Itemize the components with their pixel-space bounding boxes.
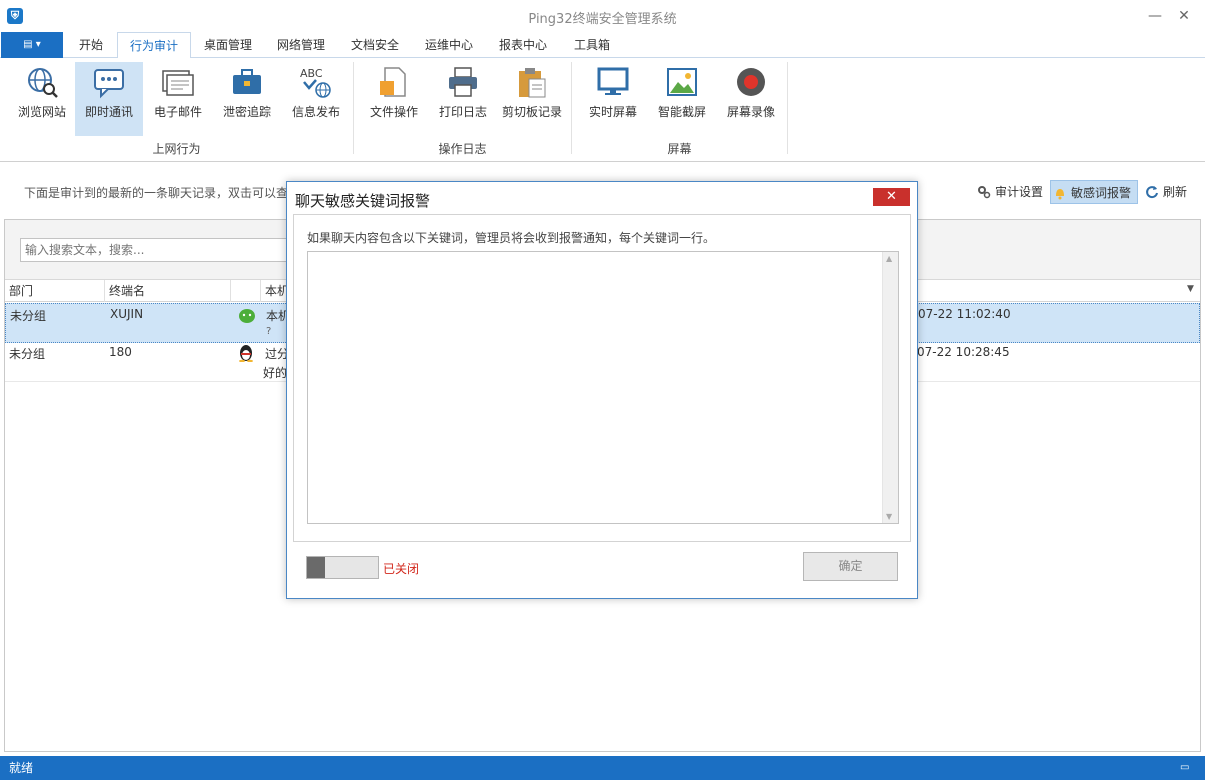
toggle-state-label: 已关闭 (383, 562, 420, 576)
keyword-textarea[interactable]: ▲ ▼ (307, 251, 899, 524)
toggle-knob (307, 557, 325, 578)
tab-report-center[interactable]: 报表中心 (488, 32, 558, 58)
bell-icon (1056, 189, 1064, 200)
abc-globe-icon: ABC (300, 67, 331, 98)
refresh-label: 刷新 (1163, 185, 1188, 199)
refresh-icon (1146, 186, 1158, 199)
minimize-button[interactable]: — (1145, 6, 1165, 26)
printer-icon (449, 67, 477, 97)
dialog-close-button[interactable]: ✕ (873, 188, 910, 206)
row-terminal-name: XUJIN (110, 307, 144, 321)
clipboard-record-button[interactable]: 剪切板记录 (498, 62, 566, 136)
search-input[interactable] (20, 238, 310, 262)
row-department: 未分组 (10, 309, 47, 323)
title-bar: ⛨ Ping32终端安全管理系统 — ✕ (0, 0, 1205, 32)
audit-settings-label: 审计设置 (995, 185, 1044, 199)
gear-icon (978, 186, 991, 199)
email-button[interactable]: 电子邮件 (144, 62, 212, 136)
realtime-screen-button[interactable]: 实时屏幕 (579, 62, 647, 136)
status-bar: 就绪 ▭ (0, 756, 1205, 780)
window-title: Ping32终端安全管理系统 (528, 12, 677, 27)
smart-screenshot-button[interactable]: 智能截屏 (648, 62, 716, 136)
briefcase-icon (233, 69, 261, 94)
info-publish-button[interactable]: ABC 信息发布 (282, 62, 350, 136)
row-time: 07-22 10:28:45 (917, 345, 1010, 359)
tab-toolbox[interactable]: 工具箱 (562, 32, 622, 58)
realtime-screen-label: 实时屏幕 (588, 105, 637, 119)
globe-search-icon (28, 68, 58, 98)
close-window-button[interactable]: ✕ (1174, 6, 1194, 26)
textarea-scrollbar[interactable]: ▲ ▼ (882, 252, 898, 523)
qq-icon (239, 345, 253, 362)
scroll-up-icon[interactable]: ▲ (886, 254, 892, 263)
instant-messaging-label: 即时通讯 (84, 105, 133, 119)
dialog-body: 如果聊天内容包含以下关键词，管理员将会收到报警通知，每个关键词一行。 ▲ ▼ (293, 214, 911, 542)
group-screen: 屏幕 (667, 142, 692, 156)
sensitive-word-alert-label: 敏感词报警 (1071, 186, 1132, 200)
tab-behavior-audit[interactable]: 行为审计 (117, 32, 191, 59)
dialog-description: 如果聊天内容包含以下关键词，管理员将会收到报警通知，每个关键词一行。 (307, 231, 716, 245)
screen-recording-label: 屏幕录像 (726, 105, 775, 119)
alert-toggle-switch[interactable] (306, 556, 379, 579)
tab-ops-center[interactable]: 运维中心 (414, 32, 484, 58)
file-menu-button[interactable]: ▤ ▾ (1, 32, 63, 58)
file-operation-button[interactable]: 文件操作 (360, 62, 428, 136)
leak-tracking-label: 泄密追踪 (222, 105, 271, 119)
header-department[interactable]: 部门 (5, 280, 105, 302)
browse-web-label: 浏览网站 (17, 105, 66, 119)
tab-document-security[interactable]: 文档安全 (340, 32, 410, 58)
chat-bubble-icon (94, 69, 124, 99)
refresh-button[interactable]: 刷新 (1143, 180, 1187, 204)
row-time: 07-22 11:02:40 (918, 307, 1011, 321)
picture-icon (667, 68, 697, 96)
tab-network-management[interactable]: 网络管理 (266, 32, 336, 58)
column-chooser-arrow-icon[interactable]: ▼ (1187, 284, 1194, 294)
email-icon (162, 70, 194, 96)
status-text: 就绪 (9, 761, 34, 775)
audit-settings-button[interactable]: 审计设置 (975, 180, 1043, 204)
hint-text: 下面是审计到的最新的一条聊天记录，双击可以查 (24, 186, 289, 200)
clipboard-icon (519, 68, 546, 98)
tab-desktop-management[interactable]: 桌面管理 (193, 32, 263, 58)
file-operation-icon (380, 67, 406, 97)
group-online-behavior: 上网行为 (152, 142, 201, 156)
screen-recording-button[interactable]: 屏幕录像 (717, 62, 785, 136)
smart-screenshot-label: 智能截屏 (657, 105, 706, 119)
browse-web-button[interactable]: 浏览网站 (8, 62, 76, 136)
menu-bar: ▤ ▾ 开始 行为审计 桌面管理 网络管理 文档安全 运维中心 报表中心 工具箱 (0, 32, 1205, 59)
keyword-alert-dialog: 聊天敏感关键词报警 ✕ 如果聊天内容包含以下关键词，管理员将会收到报警通知，每个… (286, 181, 918, 599)
print-log-button[interactable]: 打印日志 (429, 62, 497, 136)
resize-grip-icon[interactable]: ▭ (1180, 756, 1189, 780)
row-message-line2: 好的 (263, 366, 288, 380)
dialog-title: 聊天敏感关键词报警 (295, 192, 431, 210)
ribbon-separator (787, 62, 788, 154)
record-icon (737, 68, 765, 96)
clipboard-record-label: 剪切板记录 (501, 105, 562, 119)
scroll-down-icon[interactable]: ▼ (886, 512, 892, 521)
row-terminal-name: 180 (109, 345, 132, 359)
tab-start[interactable]: 开始 (67, 32, 115, 58)
print-log-label: 打印日志 (438, 105, 487, 119)
email-label: 电子邮件 (153, 105, 202, 119)
svg-text:ABC: ABC (300, 67, 323, 80)
sensitive-word-alert-button[interactable]: 敏感词报警 (1050, 180, 1139, 204)
leak-tracking-button[interactable]: 泄密追踪 (213, 62, 281, 136)
header-app-icon[interactable] (231, 280, 261, 302)
row-department: 未分组 (9, 347, 46, 361)
header-terminal-name[interactable]: 终端名 (105, 280, 231, 302)
ribbon: 浏览网站 即时通讯 电子邮件 泄密追踪 ABC 信息发布 文件操作 打印日志 剪… (0, 58, 1205, 162)
ok-button[interactable]: 确定 (803, 552, 898, 581)
instant-messaging-button[interactable]: 即时通讯 (75, 62, 143, 136)
row-message-line2: ? (266, 326, 272, 337)
wechat-icon (239, 309, 255, 323)
file-operation-label: 文件操作 (369, 105, 418, 119)
group-operation-log: 操作日志 (438, 142, 487, 156)
monitor-icon (597, 67, 629, 95)
info-publish-label: 信息发布 (291, 105, 340, 119)
